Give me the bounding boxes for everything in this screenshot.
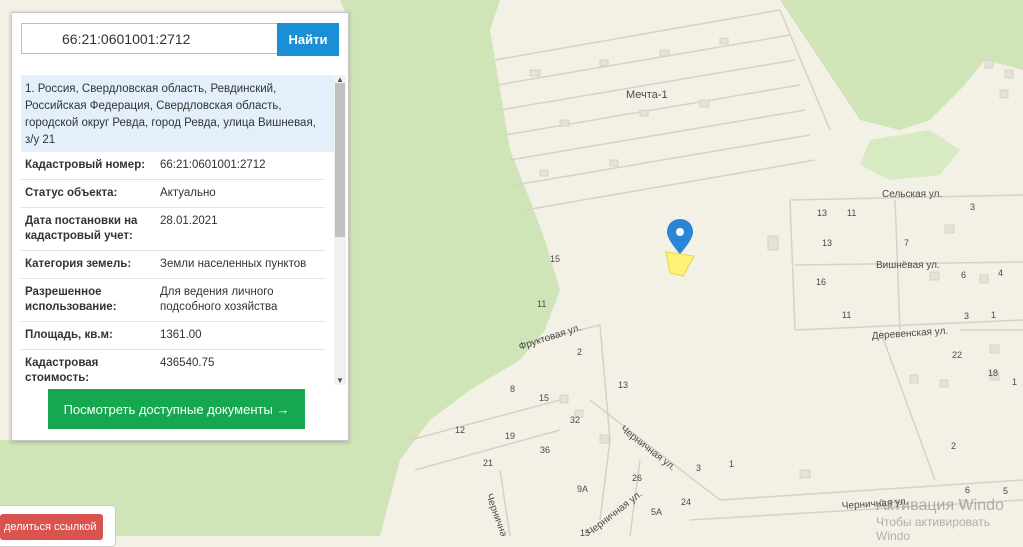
attribute-value: Земли населенных пунктов <box>156 250 325 279</box>
attribute-row: Статус объекта: Актуально <box>21 179 325 208</box>
house-number: 18 <box>988 368 998 378</box>
attribute-row: Кадастровая стоимость: 436540.75 <box>21 349 325 385</box>
attribute-label: Статус объекта: <box>21 179 156 208</box>
watermark-line-2: Чтобы активировать Windo <box>876 515 990 543</box>
house-number: 3 <box>696 463 701 473</box>
house-number: 15 <box>550 254 560 264</box>
scroll-down-icon[interactable]: ▼ <box>336 376 344 385</box>
map-label-selskaya: Сельская ул. <box>882 189 942 200</box>
house-number: 11 <box>842 310 851 320</box>
attribute-label: Кадастровый номер: <box>21 152 156 180</box>
house-number: 26 <box>632 473 642 483</box>
attribute-value: 436540.75 <box>156 349 325 385</box>
house-number: 15 <box>580 528 590 536</box>
house-number: 32 <box>570 415 580 425</box>
house-number: 22 <box>952 350 962 360</box>
search-button[interactable]: Найти <box>277 23 339 56</box>
house-number: 4 <box>998 268 1003 278</box>
cadastral-search-input[interactable] <box>21 23 278 54</box>
house-number: 1 <box>1012 377 1017 387</box>
search-bar: Найти <box>21 23 339 56</box>
share-link-button[interactable]: делиться ссылкой <box>0 514 103 540</box>
house-number: 15 <box>539 393 549 403</box>
attribute-row: Дата постановки на кадастровый учет: 28.0… <box>21 207 325 251</box>
attribute-row: Кадастровый номер: 66:21:0601001:2712 <box>21 152 325 180</box>
attribute-row: Категория земель: Земли населенных пункто… <box>21 250 325 279</box>
house-number: 36 <box>540 445 550 455</box>
attribute-value: 1361.00 <box>156 321 325 350</box>
panel-scrollbar[interactable]: ▲ ▼ <box>334 75 346 385</box>
house-number: 19 <box>505 431 515 441</box>
attribute-value: Актуально <box>156 179 325 208</box>
attribute-label: Разрешенное использование: <box>21 278 156 322</box>
house-number: 2 <box>577 347 582 357</box>
house-number: 6 <box>965 485 970 495</box>
house-number: 13 <box>822 238 832 248</box>
windows-activation-watermark: Активация Windo Чтобы активировать Windo <box>876 497 1023 543</box>
parcel-address: 1. Россия, Свердловская область, Ревдинс… <box>21 75 337 152</box>
house-number: 11 <box>537 299 546 309</box>
house-number: 11 <box>847 208 856 218</box>
scrollbar-thumb[interactable] <box>335 83 345 237</box>
house-number: 6 <box>961 270 966 280</box>
attribute-row: Площадь, кв.м: 1361.00 <box>21 321 325 350</box>
map-label-vishnevaya: Вишнёвая ул. <box>876 260 940 271</box>
attribute-label: Площадь, кв.м: <box>21 321 156 350</box>
house-number: 9A <box>577 484 588 494</box>
attribute-label: Категория земель: <box>21 250 156 279</box>
attribute-label: Кадастровая стоимость: <box>21 349 156 385</box>
house-number: 13 <box>618 380 628 390</box>
view-documents-button[interactable]: Посмотреть доступные документы → <box>48 389 305 429</box>
house-number: 8 <box>510 384 515 394</box>
house-number: 24 <box>681 497 691 507</box>
house-number: 7 <box>904 238 909 248</box>
parcel-details: 1. Россия, Свердловская область, Ревдинс… <box>21 75 337 385</box>
house-number: 13 <box>817 208 827 218</box>
parcel-info-panel: Найти 1. Россия, Свердловская область, Р… <box>11 12 349 441</box>
map-label-mechta: Мечта-1 <box>626 89 668 101</box>
attribute-label: Дата постановки на кадастровый учет: <box>21 207 156 251</box>
house-number: 16 <box>816 277 826 287</box>
attribute-value: 66:21:0601001:2712 <box>156 152 325 180</box>
address-text: 1. Россия, Свердловская область, Ревдинс… <box>25 83 316 146</box>
house-number: 3 <box>964 311 969 321</box>
house-number: 3 <box>970 202 975 212</box>
house-number: 1 <box>991 310 996 320</box>
watermark-line-1: Активация Windo <box>876 497 1004 514</box>
house-number: 1 <box>729 459 734 469</box>
house-number: 5 <box>1003 486 1008 496</box>
attribute-value: Для ведения личного подсобного хозяйства <box>156 278 325 322</box>
house-number: 2 <box>951 441 956 451</box>
house-number: 12 <box>455 425 465 435</box>
attribute-row: Разрешенное использование: Для ведения ли… <box>21 278 325 322</box>
parcel-attributes-table: Кадастровый номер: 66:21:0601001:2712 Стат… <box>21 152 325 385</box>
attribute-value: 28.01.2021 <box>156 207 325 251</box>
house-number: 5A <box>651 507 662 517</box>
house-number: 21 <box>483 458 493 468</box>
